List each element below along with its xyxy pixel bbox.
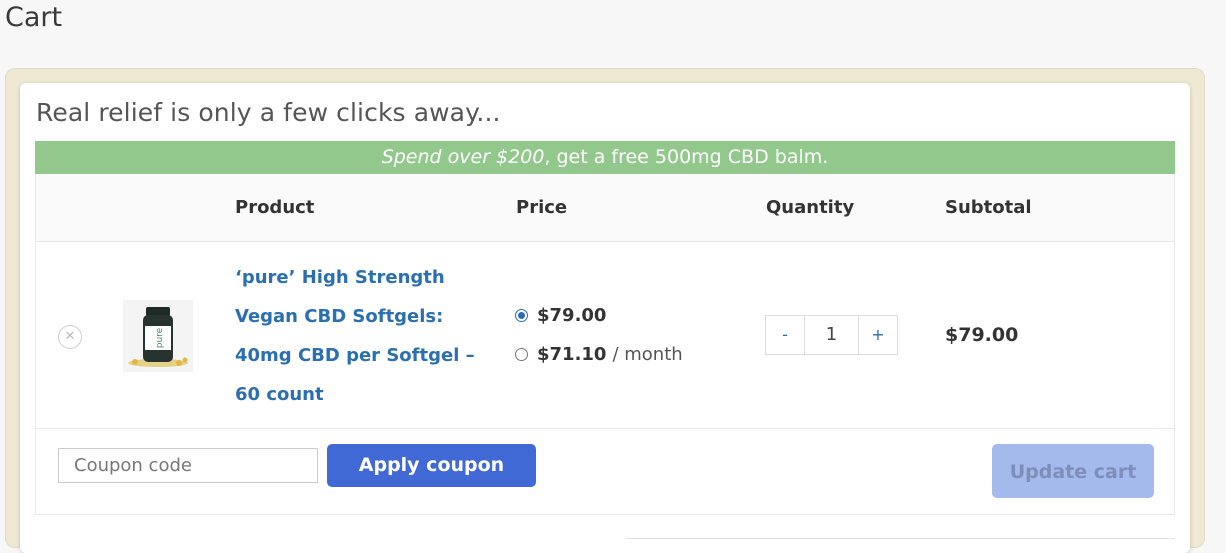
apply-coupon-button[interactable]: Apply coupon xyxy=(327,444,536,487)
product-name-line: Vegan CBD Softgels: xyxy=(235,306,444,327)
product-name-line: ‘pure’ High Strength xyxy=(235,267,445,288)
quantity-decrease-button[interactable]: - xyxy=(766,316,804,354)
radio-one-time[interactable] xyxy=(515,309,528,322)
column-header-subtotal: Subtotal xyxy=(945,197,1032,218)
item-subtotal: $79.00 xyxy=(945,324,1019,346)
promo-banner: Spend over $200, get a free 500mg CBD ba… xyxy=(35,141,1175,174)
product-image-label: pure xyxy=(155,327,165,348)
product-name-link[interactable]: ‘pure’ High Strength Vegan CBD Softgels:… xyxy=(235,258,485,414)
product-thumbnail[interactable]: pure xyxy=(123,300,193,372)
divider xyxy=(626,538,1175,539)
quantity-input[interactable]: 1 xyxy=(804,316,859,354)
cart-table: Product Price Quantity Subtotal ✕ pure ‘… xyxy=(35,174,1175,515)
close-icon: ✕ xyxy=(64,329,76,344)
quantity-stepper: - 1 + xyxy=(765,315,898,355)
radio-subscription[interactable] xyxy=(515,348,528,361)
page-title: Cart xyxy=(5,2,63,33)
price-amount: $71.10 xyxy=(537,344,607,365)
quantity-increase-button[interactable]: + xyxy=(859,316,897,354)
product-name-line: 60 count xyxy=(235,384,324,405)
promo-highlight: Spend over $200 xyxy=(381,146,545,168)
column-header-price: Price xyxy=(516,197,568,218)
update-cart-button[interactable]: Update cart xyxy=(992,444,1154,498)
price-option-subscription[interactable]: $71.10 / month xyxy=(515,344,683,365)
cart-tagline: Real relief is only a few clicks away... xyxy=(36,98,501,127)
column-header-quantity: Quantity xyxy=(766,197,855,218)
promo-text: , get a free 500mg CBD balm. xyxy=(544,146,829,168)
price-period: / month xyxy=(612,344,683,365)
cart-table-header: Product Price Quantity Subtotal xyxy=(36,174,1174,242)
cart-item-row: ✕ pure ‘pure’ High Strength Vegan CBD So… xyxy=(36,242,1174,429)
column-header-product: Product xyxy=(235,197,315,218)
product-name-line: 40mg CBD per Softgel – xyxy=(235,345,475,366)
remove-item-button[interactable]: ✕ xyxy=(58,325,82,349)
price-amount: $79.00 xyxy=(537,305,607,326)
coupon-code-input[interactable]: Coupon code xyxy=(58,448,318,483)
price-option-one-time[interactable]: $79.00 xyxy=(515,305,606,326)
